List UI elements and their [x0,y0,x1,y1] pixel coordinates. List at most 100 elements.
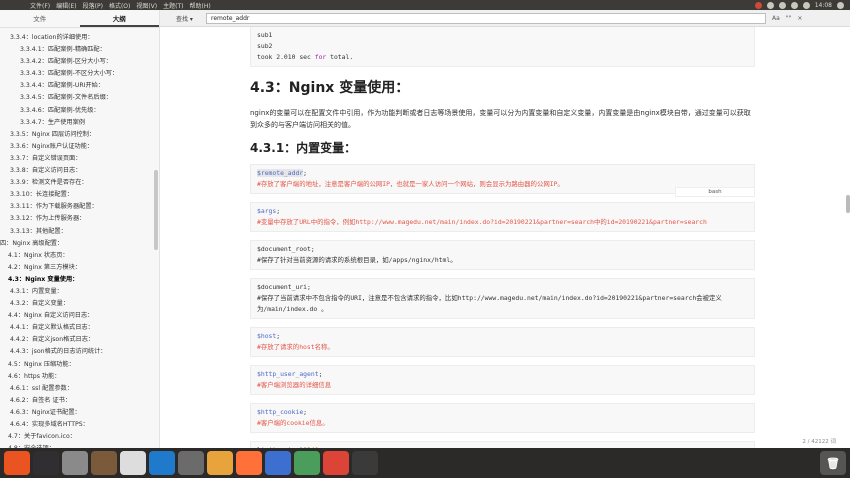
terminal-icon[interactable] [352,451,378,475]
menu-item[interactable]: 主题(T) [163,1,183,10]
code-comment: #变量中存放了URL中的指令，例如http://www.magedu.net/m… [257,218,707,226]
outline-item[interactable]: 3.3.7：自定义错误页面： [0,153,159,165]
menu-item[interactable]: 编辑(E) [56,1,76,10]
editor-area[interactable]: sub1 sub2 took 2.010 sec for total. 4.3：… [160,27,850,448]
outline-item[interactable]: 3.3.4.1：匹配案例-精确匹配： [0,44,159,56]
code-variable: $http_user_agent [257,370,319,378]
outline-item[interactable]: 4.6.1：ssl 配置参数： [0,383,159,395]
code-block[interactable]: $document_uri; #保存了当前请求中不包含指令的URI，注意是不包含… [250,278,755,319]
folder-icon[interactable] [207,451,233,475]
menu-item[interactable]: 视图(V) [136,1,157,10]
outline-item[interactable]: 4.4.3：json格式的日志访问统计： [0,346,159,358]
outline-item[interactable]: 3.3.4.6：匹配案例-优先级： [0,105,159,117]
outline-item[interactable]: 4.4.2：自定义json格式日志： [0,334,159,346]
code-block[interactable]: $args; #变量中存放了URL中的指令，例如http://www.magedu… [250,202,755,232]
tab-files[interactable]: 文件 [0,10,80,27]
code-block[interactable]: $http_cookie; #客户端的cookie信息。 [250,403,755,433]
outline-item[interactable]: 3.3.4.5：匹配案例-文件名后缀： [0,92,159,104]
outline-item[interactable]: 4.5：Nginx 压缩功能： [0,359,159,371]
outline-item[interactable]: 3.3.11：作为下载服务器配置： [0,201,159,213]
code-line: $host; [257,331,748,342]
outline-item[interactable]: 3.3.6：Nginx账户认证功能： [0,141,159,153]
network-icon[interactable] [790,1,798,9]
find-input[interactable] [206,12,766,24]
files-icon[interactable] [91,451,117,475]
code-line: sub2 [257,42,273,50]
menu-item[interactable]: 格式(O) [109,1,130,10]
settings-icon[interactable] [837,1,844,9]
drive-icon[interactable] [62,451,88,475]
outline-item[interactable]: 3.3.10：长连接配置： [0,189,159,201]
outline-list: 3.3.4：location的详细使用： 3.3.4.1：匹配案例-精确匹配： 3.… [0,28,159,448]
tab-outline[interactable]: 大纲 [79,10,159,27]
close-icon[interactable]: × [797,15,802,22]
volume-icon[interactable] [802,1,810,9]
outline-item[interactable]: 4.6.3：Nginx证书配置： [0,407,159,419]
system-tray: 14:08 [754,1,850,9]
outline-item[interactable]: 3.3.13：其他配置： [0,226,159,238]
outline-item[interactable]: 3.3.4：location的详细使用： [0,32,159,44]
outline-item[interactable]: 3.3.4.4：匹配案例-URI开始： [0,80,159,92]
wps-icon[interactable] [265,451,291,475]
code-line: $http_cookie; [257,407,748,418]
outline-item[interactable]: 3.3.4.7：生产使用案例 [0,117,159,129]
match-case-button[interactable]: Aa [772,15,780,22]
sidebar-scrollbar[interactable] [154,170,158,250]
notification-icon[interactable] [754,1,762,9]
outline-item[interactable]: 3.3.8：自定义访问日志： [0,165,159,177]
outline-item[interactable]: 4.3.1：内置变量： [0,286,159,298]
code-blocks: $remote_addr; #存放了客户端的地址，注意是客户端的公网IP，也就是一… [250,164,755,448]
code-keyword: for [314,53,327,61]
outline-item[interactable]: 4.7：关于favicon.ico： [0,431,159,443]
code-text: took 2.010 sec [257,53,315,61]
code-text: ; [276,332,281,340]
menu-item[interactable]: 帮助(H) [190,1,211,10]
trash-icon[interactable]: 🗑 [820,451,846,475]
outline-item[interactable]: 4.6.4：实现多域名HTTPS： [0,419,159,431]
screenshot-icon[interactable] [178,451,204,475]
outline-item[interactable]: 3.3.4.2：匹配案例-区分大小写： [0,56,159,68]
editor-scrollbar[interactable] [846,195,850,213]
code-line: $http_user_agent; [257,369,748,380]
code-block[interactable]: $http_user_agent; #客户端浏览器的详细信息 [250,365,755,395]
outline-item[interactable]: 3.3.9：检测文件是否存在： [0,177,159,189]
code-block[interactable]: $document_root; #保存了针对当前资源的请求的系统根目录，如/app… [250,240,755,270]
menu-item[interactable]: 文件(F) [30,1,50,10]
taskbar-dock: 🗑 [0,448,850,478]
code-block-output[interactable]: sub1 sub2 took 2.010 sec for total. [250,27,755,67]
ubuntu-logo-icon[interactable] [4,451,30,475]
code-line: $document_root; [257,245,315,253]
outline-item[interactable]: 3.3.5：Nginx 四层访问控制： [0,129,159,141]
whole-word-button[interactable]: "" [786,15,792,22]
clock[interactable]: 14:08 [815,2,832,9]
firefox-icon[interactable] [236,451,262,475]
code-block[interactable]: $host; #存放了请求的host名称。 [250,327,755,357]
menu-item[interactable]: 段落(P) [83,1,103,10]
outline-item[interactable]: 4.4.1：自定义默认格式日志： [0,322,159,334]
sidebar: 文件 大纲 3.3.4：location的详细使用： 3.3.4.1：匹配案例-精… [0,10,160,448]
obs-icon[interactable] [33,451,59,475]
heading-4-3-1: 4.3.1：内置变量： [250,141,357,155]
outline-item[interactable]: 4.6.2：自签名 证书： [0,395,159,407]
input-method-icon[interactable] [766,1,774,9]
outline-item[interactable]: 四：Nginx 高级配置： [0,238,159,250]
outline-item[interactable]: 4.6：https 功能： [0,371,159,383]
outline-item[interactable]: 4.4：Nginx 自定义访问日志： [0,310,159,322]
typora-icon[interactable] [120,451,146,475]
outline-item[interactable]: 4.3.2：自定义变量： [0,298,159,310]
vscode-icon[interactable] [149,451,175,475]
find-label[interactable]: 查找 ▾ [176,14,202,23]
code-block[interactable]: limit_rate 10240; [250,441,755,448]
outline-item[interactable]: 4.2：Nginx 第三方模块： [0,262,159,274]
word-count[interactable]: 2 / 42122 词 [802,437,836,445]
code-line: $remote_addr; [257,168,748,179]
outline-item[interactable]: 4.1：Nginx 状态页： [0,250,159,262]
code-variable: $http_cookie [257,408,304,416]
code-language-tag[interactable]: bash [675,187,755,197]
outline-item[interactable]: 3.3.12：作为上传服务器： [0,213,159,225]
outline-item[interactable]: 3.3.4.3：匹配案例-不区分大小写： [0,68,159,80]
keyboard-icon[interactable] [778,1,786,9]
image-viewer-icon[interactable] [294,451,320,475]
chrome-icon[interactable] [323,451,349,475]
outline-item[interactable]: 4.3：Nginx 变量使用： [0,274,159,286]
